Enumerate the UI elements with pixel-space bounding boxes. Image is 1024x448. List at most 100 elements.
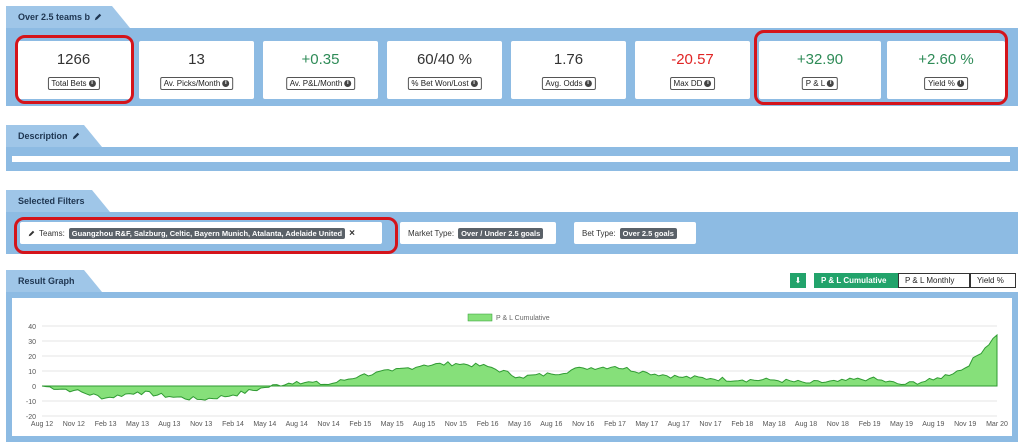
x-tick-label: Aug 13	[158, 421, 180, 428]
strategy-tab: Over 2.5 teams b	[6, 6, 130, 28]
market-type-filter: Market Type: Over / Under 2.5 goals	[400, 222, 556, 244]
y-tick-label: -20	[26, 414, 36, 421]
yield-button[interactable]: Yield %	[970, 273, 1016, 288]
stat-label-text: % Bet Won/Lost	[411, 79, 469, 88]
x-tick-label: Aug 17	[668, 421, 690, 428]
legend-swatch	[467, 313, 493, 322]
stat-value: -20.57	[671, 51, 714, 68]
x-tick-label: Aug 15	[413, 421, 435, 428]
bet-type-filter: Bet Type: Over 2.5 goals	[574, 222, 696, 244]
stat-label-text: Yield %	[928, 79, 955, 88]
stat-value: +2.60 %	[918, 51, 974, 68]
x-tick-label: Feb 19	[859, 421, 881, 428]
y-tick-label: 10	[28, 369, 36, 376]
y-tick-label: 40	[28, 324, 36, 331]
bet-type-label: Bet Type:	[582, 228, 616, 238]
stat-card-total-bets: 1266 Total Bets i	[16, 41, 131, 99]
teams-filter: Teams: Guangzhou R&F, Salzburg, Celtic, …	[20, 222, 382, 244]
filters-tab: Selected Filters	[6, 190, 110, 212]
market-type-label: Market Type:	[408, 228, 455, 238]
x-tick-label: Aug 12	[31, 421, 53, 428]
pencil-icon[interactable]	[28, 230, 35, 237]
x-tick-label: Nov 17	[699, 421, 721, 428]
info-icon[interactable]: i	[704, 80, 712, 87]
info-icon[interactable]: i	[470, 80, 478, 87]
x-tick-label: Mar 20	[986, 421, 1008, 428]
stat-value: 1.76	[553, 51, 584, 68]
x-tick-label: Nov 13	[190, 421, 212, 428]
stat-card-yield: +2.60 % Yield % i	[887, 41, 1005, 99]
pencil-icon[interactable]	[94, 13, 102, 21]
stat-label: Yield % i	[924, 77, 968, 90]
pl-cumulative-button[interactable]: P & L Cumulative	[814, 273, 898, 288]
y-tick-label: 30	[28, 339, 36, 346]
x-tick-label: Feb 15	[349, 421, 371, 428]
info-icon[interactable]: i	[344, 80, 352, 87]
teams-filter-label: Teams:	[39, 228, 65, 238]
remove-filter-icon[interactable]: ×	[349, 228, 355, 239]
x-tick-label: May 16	[508, 421, 531, 428]
x-tick-label: May 15	[381, 421, 404, 428]
x-tick-label: Feb 16	[477, 421, 499, 428]
x-tick-label: Nov 16	[572, 421, 594, 428]
stat-card-avg-odds: 1.76 Avg. Odds i	[511, 41, 626, 99]
graph-canvas: -20 -10 0 10 20 30 40 Aug 12 Nov 12 Feb 13 May 13 A…	[12, 298, 1012, 436]
x-tick-label: Aug 14	[286, 421, 308, 428]
y-tick-label: -10	[26, 399, 36, 406]
x-tick-label: May 13	[126, 421, 149, 428]
stat-value: 13	[188, 51, 205, 68]
stat-value: +32.90	[796, 51, 844, 68]
stat-card-pl: +32.90 P & Li	[759, 41, 881, 99]
description-title: Description	[18, 131, 68, 141]
x-tick-label: May 19	[890, 421, 913, 428]
stat-label: Av. P&L/Month i	[285, 77, 356, 90]
x-tick-label: May 17	[635, 421, 658, 428]
x-tick-label: May 14	[253, 421, 276, 428]
download-icon[interactable]: ⬇	[790, 273, 806, 288]
y-tick-label: 0	[32, 384, 36, 391]
stat-card-max-dd: -20.57 Max DD i	[635, 41, 750, 99]
info-icon[interactable]: i	[827, 80, 835, 87]
stat-label: P & Li	[801, 77, 839, 90]
pl-cumulative-chart: -20 -10 0 10 20 30 40 Aug 12 Nov 12 Feb 13 May 13 A…	[26, 313, 1008, 428]
x-tick-label: May 18	[763, 421, 786, 428]
x-tick-label: Feb 18	[731, 421, 753, 428]
strategy-title: Over 2.5 teams b	[18, 12, 91, 22]
x-tick-label: Nov 19	[954, 421, 976, 428]
stat-label: Max DD i	[669, 77, 716, 90]
info-icon[interactable]: i	[222, 80, 230, 87]
stat-card-avg-pl-month: +0.35 Av. P&L/Month i	[263, 41, 378, 99]
x-tick-label: Nov 18	[827, 421, 849, 428]
legend-label: P & L Cumulative	[496, 315, 550, 322]
x-tick-label: Nov 15	[445, 421, 467, 428]
graph-tab: Result Graph	[6, 270, 102, 292]
description-tab: Description	[6, 125, 102, 147]
y-tick-label: 20	[28, 354, 36, 361]
x-tick-label: Feb 13	[95, 421, 117, 428]
info-icon[interactable]: i	[584, 80, 592, 87]
stat-label: Av. Picks/Month i	[159, 77, 234, 90]
info-icon[interactable]: i	[88, 80, 96, 87]
info-icon[interactable]: i	[956, 80, 964, 87]
stat-label: Avg. Odds i	[541, 77, 596, 90]
x-tick-label: Nov 14	[317, 421, 339, 428]
bet-type-value: Over 2.5 goals	[619, 227, 677, 239]
pl-area-series	[41, 333, 998, 401]
market-type-value: Over / Under 2.5 goals	[458, 227, 544, 239]
stat-label-text: Max DD	[673, 79, 703, 88]
pencil-icon[interactable]	[72, 132, 80, 140]
stat-label-text: P & L	[805, 79, 826, 88]
pl-monthly-button[interactable]: P & L Monthly	[898, 273, 970, 288]
description-text-area[interactable]	[12, 156, 1010, 162]
stat-label-text: Av. P&L/Month	[289, 79, 343, 88]
stat-value: +0.35	[301, 51, 340, 68]
filters-title: Selected Filters	[18, 196, 85, 206]
stat-label-text: Av. Picks/Month	[163, 79, 221, 88]
x-tick-label: Aug 16	[540, 421, 562, 428]
stat-label: % Bet Won/Lost i	[407, 77, 482, 90]
x-tick-label: Aug 18	[795, 421, 817, 428]
stat-card-bet-won-lost: 60/40 % % Bet Won/Lost i	[387, 41, 502, 99]
stat-value: 60/40 %	[416, 51, 473, 68]
x-tick-label: Nov 12	[63, 421, 85, 428]
stat-card-avg-picks-month: 13 Av. Picks/Month i	[139, 41, 254, 99]
